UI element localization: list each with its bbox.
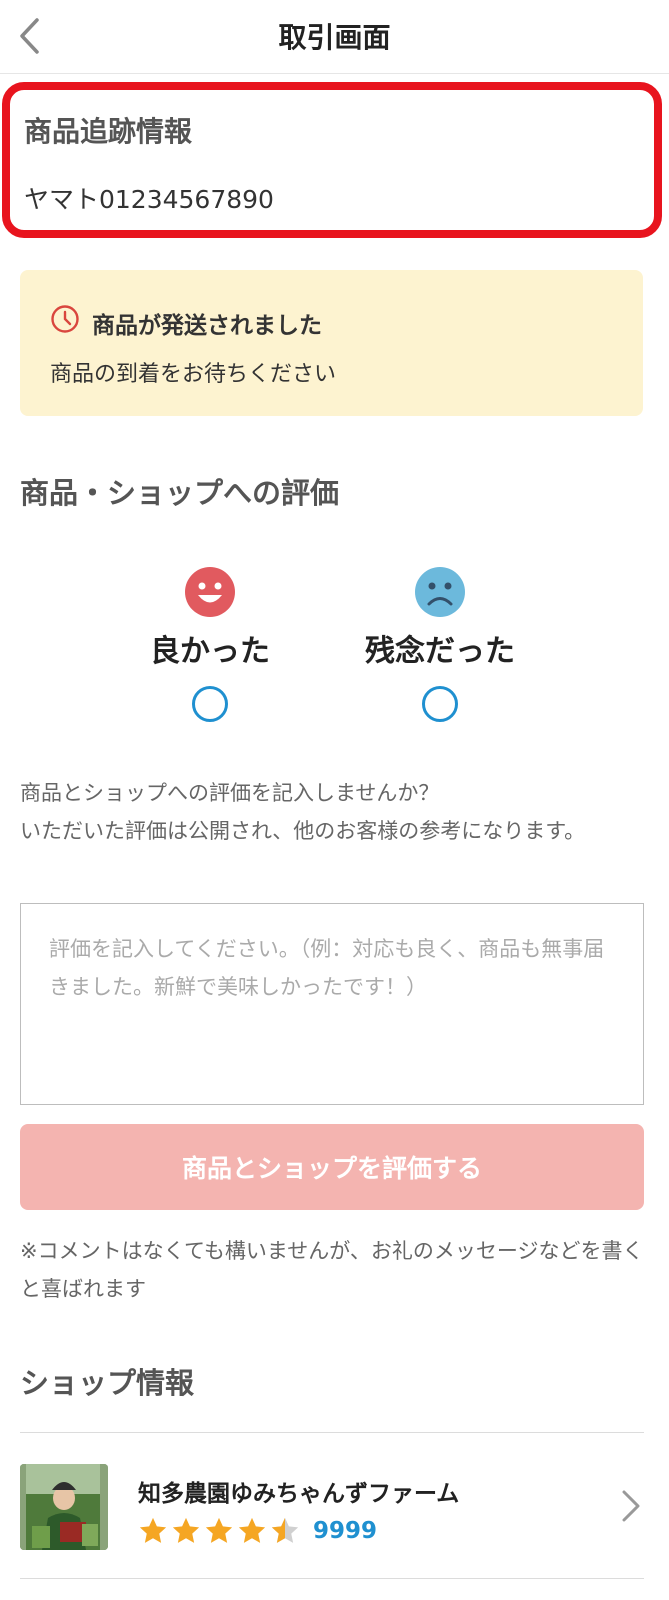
rating-bad-label: 残念だった — [365, 634, 515, 669]
rating-good-label: 良かった — [150, 634, 270, 669]
star-icon — [238, 1517, 266, 1543]
app-header: 取引画面 — [0, 0, 669, 74]
tracking-title: 商品追跡情報 — [24, 115, 193, 148]
review-section-title: 商品・ショップへの評価 — [20, 476, 340, 510]
divider — [20, 1432, 644, 1433]
shop-name: 知多農園ゆみちゃんずファーム — [138, 1481, 460, 1507]
submit-review-button[interactable]: 商品とショップを評価する — [20, 1124, 644, 1210]
review-description: 商品とショップへの評価を記入しませんか？ いただいた評価は公開され、他のお客様の… — [20, 781, 586, 843]
shop-rating: 9999 — [138, 1516, 377, 1546]
page-title: 取引画面 — [278, 21, 391, 54]
star-icon — [172, 1517, 200, 1543]
star-icon — [205, 1517, 233, 1543]
tracking-info-box: 商品追跡情報 ヤマト01234567890 — [2, 82, 662, 238]
rating-good-option[interactable]: 良かった — [130, 566, 290, 722]
chevron-right-icon — [622, 1490, 640, 1522]
review-comment-input[interactable] — [20, 903, 644, 1105]
star-icon — [139, 1517, 167, 1543]
shop-thumbnail — [20, 1464, 108, 1550]
rating-bad-option[interactable]: 残念だった — [360, 566, 520, 722]
status-title: 商品が発送されました — [92, 313, 322, 339]
half-star-icon — [271, 1517, 299, 1543]
smile-face-icon — [185, 567, 235, 617]
divider — [20, 1578, 644, 1579]
shop-info-row[interactable]: 知多農園ゆみちゃんずファーム 9999 — [20, 1436, 649, 1574]
review-count: 9999 — [313, 1518, 378, 1544]
rating-good-radio[interactable] — [192, 686, 228, 722]
rating-bad-radio[interactable] — [422, 686, 458, 722]
status-subtitle: 商品の到着をお待ちください — [50, 362, 337, 387]
clock-icon — [51, 305, 79, 333]
shop-section-title: ショップ情報 — [20, 1366, 195, 1400]
review-note: ※コメントはなくても構いませんが、お礼のメッセージなどを書くと喜ばれます — [20, 1239, 644, 1301]
shipping-status-notice: 商品が発送されました 商品の到着をお待ちください — [20, 270, 643, 416]
sad-face-icon — [415, 567, 465, 617]
tracking-number: ヤマト01234567890 — [24, 185, 274, 214]
